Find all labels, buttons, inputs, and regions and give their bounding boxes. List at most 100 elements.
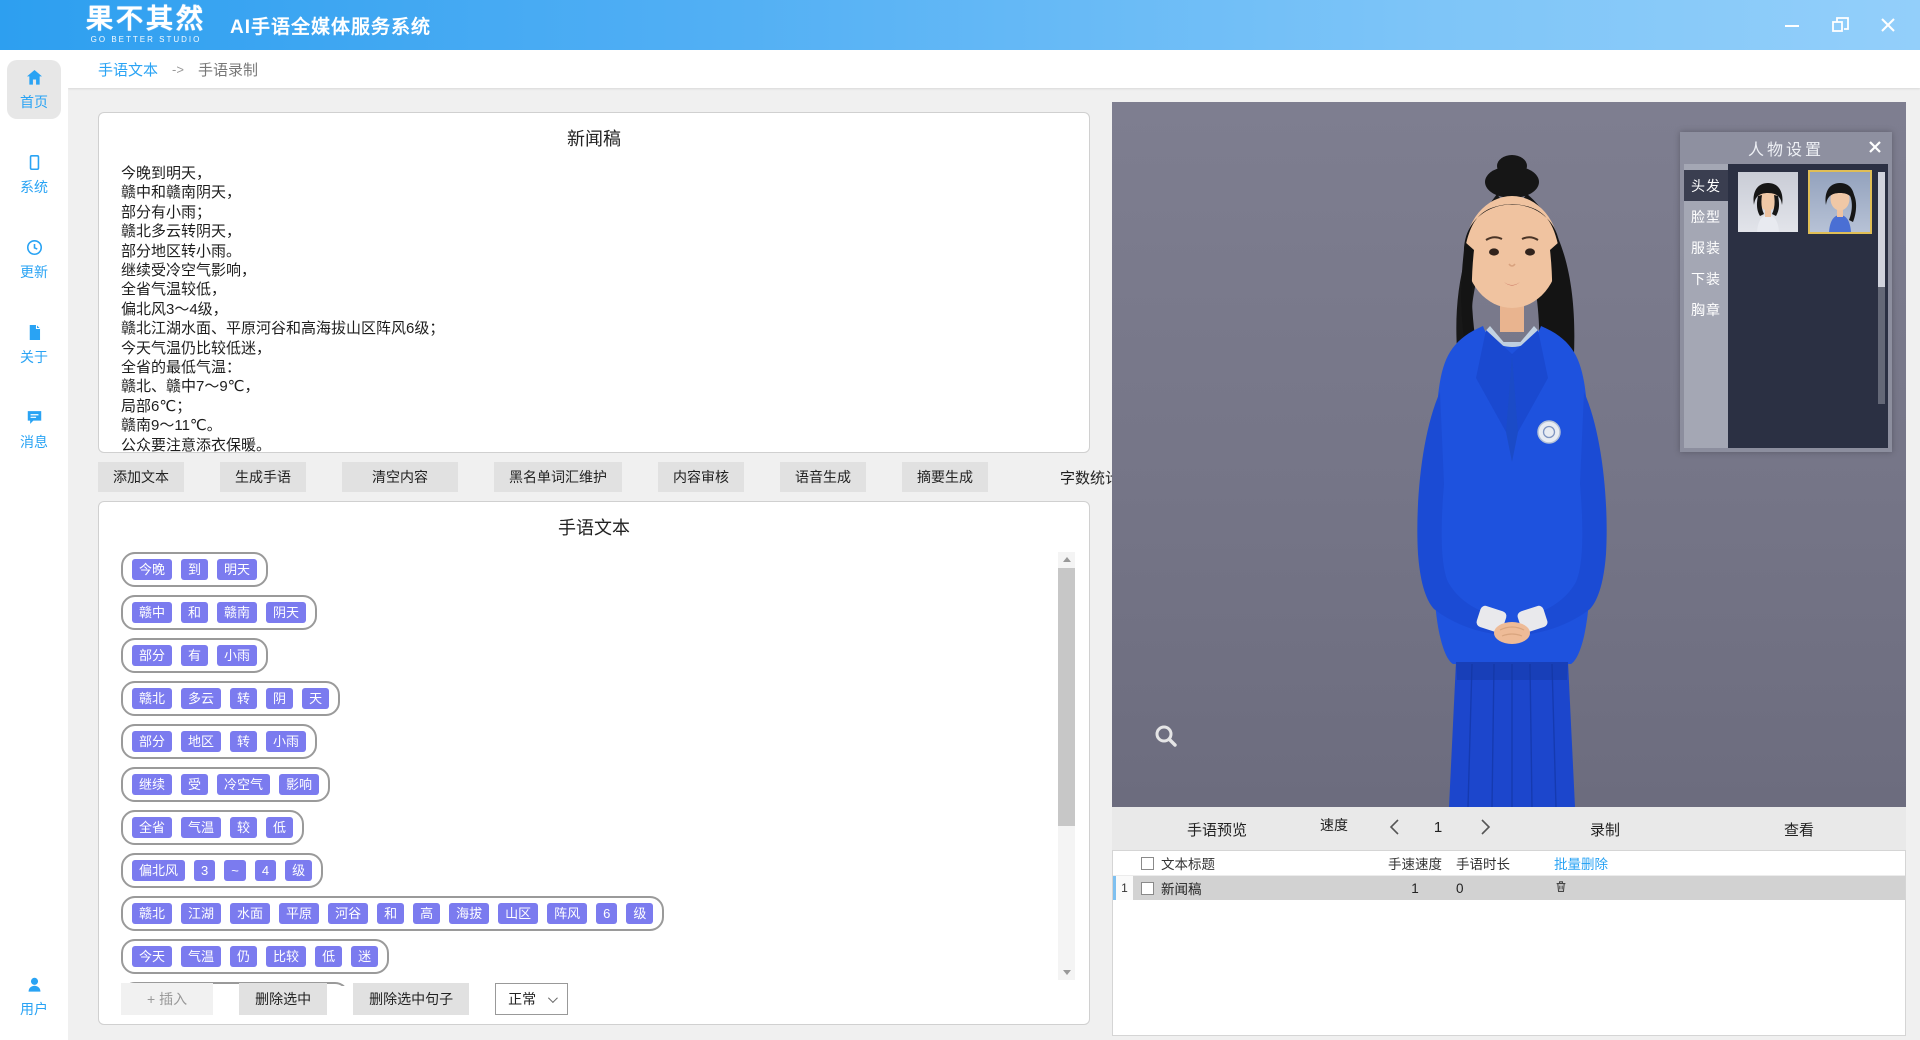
sign-word-chip[interactable]: 赣北 bbox=[132, 688, 172, 709]
scrollbar-thumb[interactable] bbox=[1058, 568, 1075, 826]
sign-word-chip[interactable]: 转 bbox=[230, 731, 257, 752]
batch-delete-link[interactable]: 批量删除 bbox=[1542, 853, 1662, 873]
sign-word-chip[interactable]: 部分 bbox=[132, 645, 172, 666]
add-text-button[interactable]: 添加文本 bbox=[98, 462, 184, 492]
column-header-speed: 手速速度 bbox=[1376, 853, 1454, 873]
tab-clothing[interactable]: 服装 bbox=[1684, 232, 1728, 263]
sign-word-chip[interactable]: 多云 bbox=[181, 688, 221, 709]
sign-word-chip[interactable]: 小雨 bbox=[217, 645, 257, 666]
sign-word-chip[interactable]: 全省 bbox=[132, 817, 172, 838]
sign-word-chip[interactable]: 今晚 bbox=[132, 559, 172, 580]
tab-hair[interactable]: 头发 bbox=[1684, 170, 1728, 201]
sign-word-chip[interactable]: 迷 bbox=[351, 946, 378, 967]
sign-word-chip[interactable]: ~ bbox=[224, 860, 246, 881]
hair-thumbnail-1[interactable] bbox=[1738, 172, 1798, 232]
generate-sign-button[interactable]: 生成手语 bbox=[220, 462, 306, 492]
summary-generate-button[interactable]: 摘要生成 bbox=[902, 462, 988, 492]
scroll-up-icon[interactable] bbox=[1058, 552, 1075, 567]
sign-preview-button[interactable]: 手语预览 bbox=[1187, 819, 1247, 840]
sign-word-chip[interactable]: 3 bbox=[194, 860, 215, 881]
sign-word-chip[interactable]: 赣北 bbox=[132, 903, 172, 924]
insert-button[interactable]: + 插入 bbox=[121, 983, 213, 1015]
scroll-down-icon[interactable] bbox=[1058, 965, 1075, 980]
sidebar-item-update[interactable]: 更新 bbox=[7, 230, 61, 289]
sign-word-chip[interactable]: 赣中 bbox=[132, 602, 172, 623]
sign-word-chip[interactable]: 气温 bbox=[181, 817, 221, 838]
sign-word-list: 今晚到明天赣中和赣南阴天部分有小雨赣北多云转阴天部分地区转小雨继续受冷空气影响全… bbox=[113, 552, 1049, 986]
sign-word-chip[interactable]: 明天 bbox=[217, 559, 257, 580]
sign-word-chip[interactable]: 较 bbox=[230, 817, 257, 838]
speed-increase-icon[interactable] bbox=[1480, 818, 1492, 840]
sidebar-item-about[interactable]: 关于 bbox=[7, 315, 61, 374]
table-header-row: 文本标题 手速速度 手语时长 批量删除 bbox=[1113, 851, 1905, 876]
sign-word-chip[interactable]: 部分 bbox=[132, 731, 172, 752]
sign-word-chip[interactable]: 今天 bbox=[132, 946, 172, 967]
tab-face-shape[interactable]: 脸型 bbox=[1684, 201, 1728, 232]
sign-word-chip[interactable]: 级 bbox=[285, 860, 312, 881]
tab-bottoms[interactable]: 下装 bbox=[1684, 263, 1728, 294]
blacklist-maintain-button[interactable]: 黑名单词汇维护 bbox=[494, 462, 622, 492]
sign-word-chip[interactable]: 阴 bbox=[266, 688, 293, 709]
close-icon[interactable] bbox=[1868, 140, 1882, 159]
panel-scrollbar-thumb[interactable] bbox=[1878, 172, 1885, 287]
sign-word-chip[interactable]: 偏北风 bbox=[132, 860, 185, 881]
sign-word-chip[interactable]: 影响 bbox=[279, 774, 319, 795]
trash-icon[interactable] bbox=[1554, 879, 1568, 894]
news-text[interactable]: 今晚到明天，赣中和赣南阴天，部分有小雨；赣北多云转阴天，部分地区转小雨。继续受冷… bbox=[121, 164, 1089, 453]
sign-word-chip[interactable]: 山区 bbox=[498, 903, 538, 924]
sign-word-chip[interactable]: 高 bbox=[413, 903, 440, 924]
sign-word-chip[interactable]: 海拔 bbox=[449, 903, 489, 924]
sign-word-chip[interactable]: 天 bbox=[302, 688, 329, 709]
sidebar-item-system[interactable]: 系统 bbox=[7, 145, 61, 204]
sign-word-chip[interactable]: 受 bbox=[181, 774, 208, 795]
sign-word-chip[interactable]: 转 bbox=[230, 688, 257, 709]
sign-word-chip[interactable]: 低 bbox=[266, 817, 293, 838]
sign-word-chip[interactable]: 地区 bbox=[181, 731, 221, 752]
sign-word-chip[interactable]: 平原 bbox=[279, 903, 319, 924]
update-icon bbox=[25, 238, 44, 257]
sign-word-chip[interactable]: 小雨 bbox=[266, 731, 306, 752]
sign-word-chip[interactable]: 河谷 bbox=[328, 903, 368, 924]
sign-word-chip[interactable]: 到 bbox=[181, 559, 208, 580]
sign-word-chip[interactable]: 继续 bbox=[132, 774, 172, 795]
sign-word-chip[interactable]: 低 bbox=[315, 946, 342, 967]
news-line: 今晚到明天， bbox=[121, 164, 1089, 183]
voice-generate-button[interactable]: 语音生成 bbox=[780, 462, 866, 492]
sidebar-item-message[interactable]: 消息 bbox=[7, 400, 61, 459]
sign-word-chip[interactable]: 气温 bbox=[181, 946, 221, 967]
speed-decrease-icon[interactable] bbox=[1388, 818, 1400, 840]
sign-word-chip[interactable]: 和 bbox=[377, 903, 404, 924]
sign-word-chip[interactable]: 比较 bbox=[266, 946, 306, 967]
breadcrumb-link-sign-text[interactable]: 手语文本 bbox=[98, 59, 158, 80]
sidebar-item-home[interactable]: 首页 bbox=[7, 60, 61, 119]
select-all-checkbox[interactable] bbox=[1141, 857, 1154, 870]
sign-word-chip[interactable]: 仍 bbox=[230, 946, 257, 967]
avatar-3d-viewport[interactable]: 人物设置 头发脸型服装下装胸章 bbox=[1112, 102, 1906, 807]
view-button[interactable]: 查看 bbox=[1784, 819, 1814, 840]
sign-word-chip[interactable]: 有 bbox=[181, 645, 208, 666]
sign-word-chip[interactable]: 和 bbox=[181, 602, 208, 623]
content-review-button[interactable]: 内容审核 bbox=[658, 462, 744, 492]
sign-word-chip[interactable]: 阵风 bbox=[547, 903, 587, 924]
record-button[interactable]: 录制 bbox=[1590, 819, 1620, 840]
row-checkbox[interactable] bbox=[1141, 882, 1154, 895]
sign-word-chip[interactable]: 江湖 bbox=[181, 903, 221, 924]
delete-selected-button[interactable]: 删除选中 bbox=[239, 983, 327, 1015]
tab-badge[interactable]: 胸章 bbox=[1684, 294, 1728, 325]
sign-word-chip[interactable]: 水面 bbox=[230, 903, 270, 924]
sign-word-chip[interactable]: 4 bbox=[255, 860, 276, 881]
sign-word-chip[interactable]: 赣南 bbox=[217, 602, 257, 623]
zoom-magnifier-icon[interactable] bbox=[1152, 722, 1180, 755]
speed-mode-select[interactable]: 正常 bbox=[495, 983, 568, 1015]
minimize-icon[interactable] bbox=[1780, 13, 1804, 37]
close-icon[interactable] bbox=[1876, 13, 1900, 37]
sign-word-chip[interactable]: 冷空气 bbox=[217, 774, 270, 795]
hair-thumbnail-2[interactable] bbox=[1810, 172, 1870, 232]
sign-word-chip[interactable]: 6 bbox=[596, 903, 617, 924]
restore-icon[interactable] bbox=[1828, 13, 1852, 37]
sign-word-chip[interactable]: 阴天 bbox=[266, 602, 306, 623]
sign-word-chip[interactable]: 级 bbox=[626, 903, 653, 924]
delete-selected-sentence-button[interactable]: 删除选中句子 bbox=[353, 983, 469, 1015]
clear-content-button[interactable]: 清空内容 bbox=[342, 462, 458, 492]
sidebar-item-user[interactable]: 用户 bbox=[7, 967, 61, 1026]
